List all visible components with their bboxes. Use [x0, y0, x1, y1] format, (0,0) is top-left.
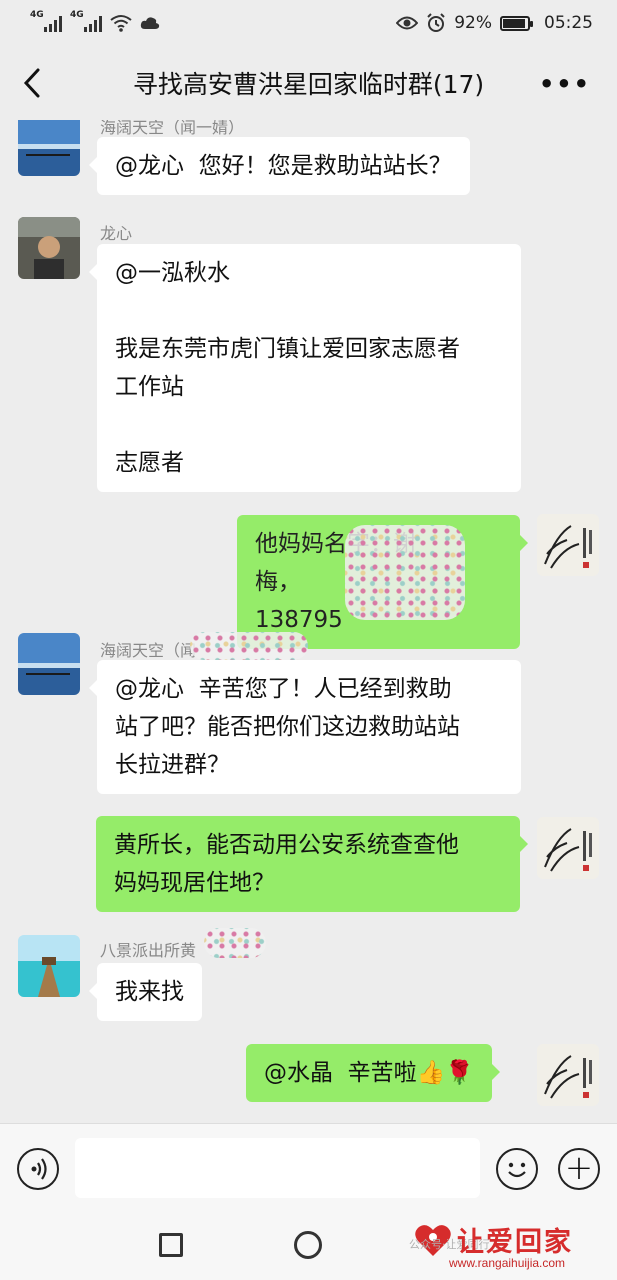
- avatar-lake-image: [18, 120, 80, 176]
- message-bubble-self[interactable]: @水晶 辛苦啦👍🌹: [246, 1044, 500, 1102]
- chat-header: 寻找高安曹洪星回家临时群(17) •••: [0, 46, 617, 120]
- voice-icon[interactable]: [17, 1148, 59, 1190]
- status-right: 92% 05:25: [396, 13, 593, 33]
- status-left: 4G 4G: [30, 10, 160, 32]
- signal-icon-2: 4G: [70, 10, 102, 32]
- battery-icon: [500, 15, 533, 31]
- sender-name: 龙心: [100, 224, 133, 243]
- plus-icon[interactable]: +: [558, 1148, 600, 1190]
- eye-icon: [396, 16, 419, 30]
- chat-area[interactable]: 海阔天空（闻一婧） @龙心 您好！您是救助站站长？ 龙心 @一泓秋水 我是东莞市…: [0, 120, 617, 1123]
- message-bubble[interactable]: @龙心 您好！您是救助站站长？: [89, 137, 470, 195]
- network-type-1: 4G: [30, 10, 44, 20]
- watermark-brand: 让爱回家: [457, 1227, 573, 1258]
- wifi-icon: [110, 15, 132, 32]
- avatar-ink-painting-image: [537, 514, 599, 576]
- avatar-beach-image: [18, 935, 80, 997]
- avatar-lake-image: [18, 633, 80, 695]
- avatar[interactable]: [18, 935, 80, 997]
- privacy-blur: [204, 928, 266, 958]
- input-bar: +: [0, 1123, 617, 1213]
- emoji-icon[interactable]: [496, 1148, 538, 1190]
- watermark-url: www.rangaihuijia.com: [449, 1256, 566, 1270]
- clock: 05:25: [544, 13, 593, 33]
- status-bar: 4G 4G 92% 05:25: [0, 0, 617, 46]
- avatar[interactable]: [18, 120, 80, 176]
- avatar[interactable]: [18, 217, 80, 279]
- sender-name: 八景派出所黄: [100, 941, 197, 960]
- message-bubble[interactable]: @龙心 辛苦您了！人已经到救助 站了吧？能否把你们这边救助站站 长拉进群？: [89, 660, 521, 794]
- privacy-blur: [190, 632, 308, 660]
- chat-title: 寻找高安曹洪星回家临时群(17): [132, 70, 485, 99]
- recent-apps-icon[interactable]: [159, 1233, 183, 1257]
- message-bubble[interactable]: 我来找: [89, 963, 202, 1021]
- message-bubble[interactable]: @一泓秋水 我是东莞市虎门镇让爱回家志愿者 工作站 志愿者: [89, 244, 521, 492]
- message-bubble-self[interactable]: 黄所长，能否动用公安系统查查他 妈妈现居住地？: [96, 816, 528, 912]
- avatar-self[interactable]: [537, 1044, 599, 1106]
- sender-name: 海阔天空（闻一婧）: [100, 120, 245, 137]
- alarm-icon: [427, 13, 445, 32]
- home-icon[interactable]: [294, 1231, 322, 1259]
- avatar-self[interactable]: [537, 514, 599, 576]
- brand-watermark: 公众号·让爱同行 让爱回家 www.rangaihuijia.com: [409, 1218, 609, 1276]
- sender-name: 海阔天空（闻: [100, 641, 197, 660]
- back-arrow-icon[interactable]: [18, 66, 48, 100]
- cloud-icon: [140, 17, 160, 29]
- signal-icon: 4G: [30, 10, 62, 32]
- more-dots-icon[interactable]: •••: [539, 70, 591, 98]
- avatar-self[interactable]: [537, 817, 599, 879]
- message-input[interactable]: [75, 1138, 480, 1198]
- avatar-ink-painting-image: [537, 1044, 599, 1106]
- network-type-2: 4G: [70, 10, 84, 20]
- avatar-ink-painting-image: [537, 817, 599, 879]
- avatar-person-image: [18, 217, 80, 279]
- privacy-blur: [345, 525, 465, 620]
- battery-percent: 92%: [454, 13, 492, 33]
- avatar[interactable]: [18, 633, 80, 695]
